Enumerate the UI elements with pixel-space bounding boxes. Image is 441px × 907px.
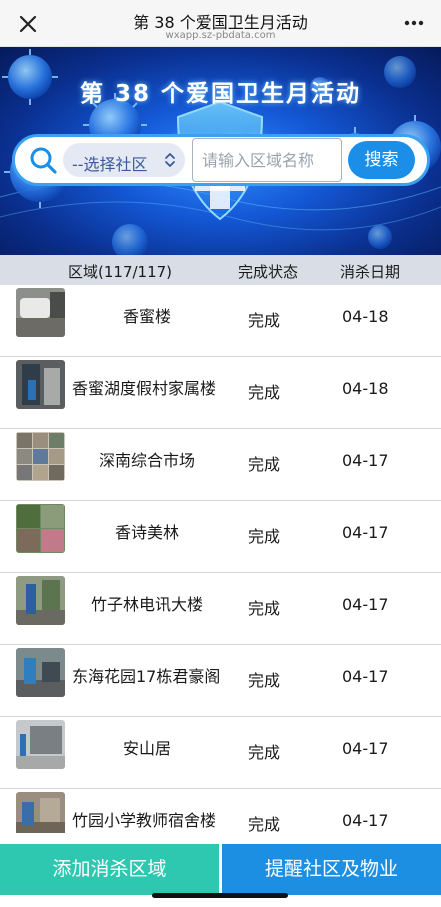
- disinfection-date: 04-18: [342, 307, 389, 326]
- disinfection-date: 04-17: [342, 739, 389, 758]
- area-photo-thumbnail[interactable]: [16, 288, 65, 337]
- area-name: 东海花园17栋君豪阁: [72, 667, 221, 686]
- completion-status: 完成: [248, 455, 281, 474]
- up-down-chevron-icon: [165, 153, 175, 167]
- completion-status: 完成: [248, 599, 281, 618]
- area-name: 竹园小学教师宿舍楼: [72, 811, 217, 830]
- completion-status: 完成: [248, 815, 281, 833]
- top-nav-bar: 第 38 个爱国卫生月活动 wxapp.sz-pbdata.com: [0, 0, 441, 47]
- area-name: 竹子林电讯大楼: [90, 595, 203, 614]
- page-url: wxapp.sz-pbdata.com: [165, 30, 276, 41]
- banner-title: 第 38 个爱国卫生月活动: [79, 81, 362, 107]
- table-row[interactable]: 香诗美林 完成 04-17: [0, 501, 441, 573]
- add-disinfection-area-button[interactable]: 添加消杀区域: [0, 844, 219, 895]
- table-header: 区域(117/117) 完成状态 消杀日期: [0, 255, 441, 285]
- completion-status: 完成: [248, 383, 281, 402]
- disinfection-date: 04-17: [342, 595, 389, 614]
- table-row[interactable]: 安山居 完成 04-17: [0, 717, 441, 789]
- area-photo-thumbnail[interactable]: [16, 432, 65, 481]
- table-row[interactable]: 深南综合市场 完成 04-17: [0, 429, 441, 501]
- column-header-date: 消杀日期: [340, 263, 401, 281]
- community-select[interactable]: --选择社区: [63, 143, 185, 177]
- completion-status: 完成: [248, 311, 281, 330]
- more-icon[interactable]: [403, 16, 425, 30]
- area-name: 香蜜楼: [122, 307, 171, 326]
- area-photo-thumbnail[interactable]: [16, 576, 65, 625]
- area-photo-thumbnail[interactable]: [16, 360, 65, 409]
- area-photo-thumbnail[interactable]: [16, 720, 65, 769]
- area-photo-thumbnail[interactable]: [16, 504, 65, 553]
- disinfection-date: 04-18: [342, 379, 389, 398]
- area-name: 安山居: [122, 739, 171, 758]
- table-row[interactable]: 竹子林电讯大楼 完成 04-17: [0, 573, 441, 645]
- close-icon[interactable]: [16, 12, 40, 36]
- disinfection-date: 04-17: [342, 667, 389, 686]
- area-photo-thumbnail[interactable]: [16, 792, 65, 833]
- table-row[interactable]: 东海花园17栋君豪阁 完成 04-17: [0, 645, 441, 717]
- disinfection-date: 04-17: [342, 523, 389, 542]
- table-row[interactable]: 香蜜楼 完成 04-18: [0, 285, 441, 357]
- area-photo-thumbnail[interactable]: [16, 648, 65, 697]
- area-name-input[interactable]: [192, 138, 342, 182]
- remind-community-button[interactable]: 提醒社区及物业: [222, 844, 441, 895]
- area-name: 香诗美林: [114, 523, 179, 542]
- search-bar: --选择社区 搜索: [12, 134, 430, 186]
- search-button[interactable]: 搜索: [348, 141, 415, 179]
- area-list: 香蜜楼 完成 04-18 香蜜湖度假村家属楼 完成 04-18 深南综合市场 完…: [0, 285, 441, 833]
- table-row[interactable]: 香蜜湖度假村家属楼 完成 04-18: [0, 357, 441, 429]
- completion-status: 完成: [248, 671, 281, 690]
- completion-status: 完成: [248, 743, 281, 762]
- disinfection-date: 04-17: [342, 451, 389, 470]
- area-name: 深南综合市场: [98, 451, 195, 470]
- community-select-value: --选择社区: [72, 155, 148, 174]
- column-header-status: 完成状态: [238, 263, 299, 281]
- home-indicator: [152, 893, 288, 898]
- completion-status: 完成: [248, 527, 281, 546]
- area-name: 香蜜湖度假村家属楼: [72, 379, 217, 398]
- search-icon: [30, 147, 57, 174]
- column-header-area: 区域(117/117): [68, 263, 173, 281]
- table-row[interactable]: 竹园小学教师宿舍楼 完成 04-17: [0, 789, 441, 833]
- disinfection-date: 04-17: [342, 811, 389, 830]
